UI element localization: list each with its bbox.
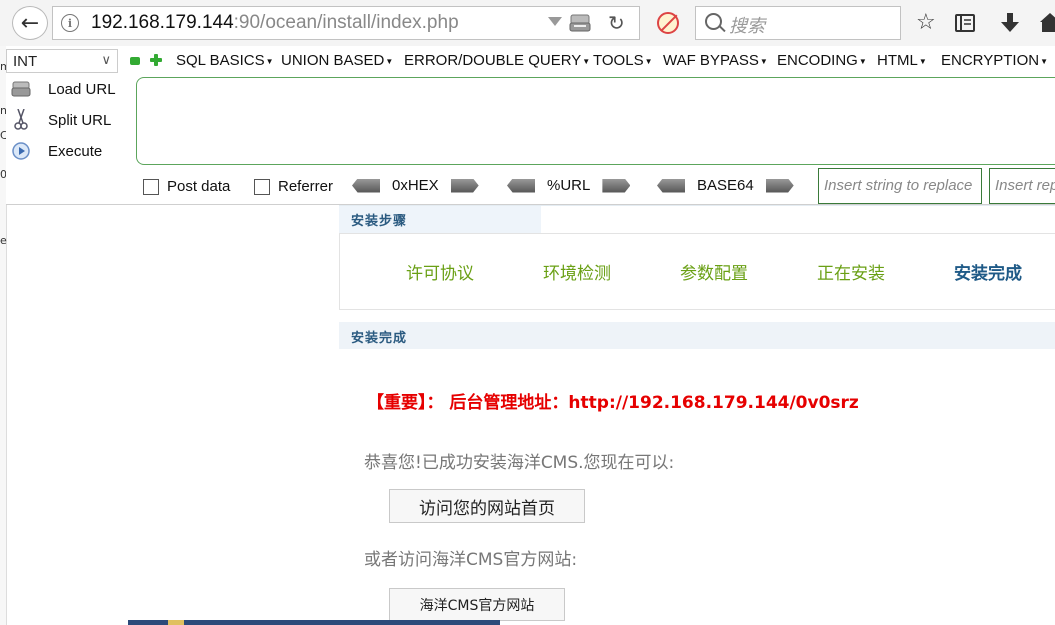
success-message: 恭喜您!已成功安装海洋CMS.您现在可以: xyxy=(364,453,675,473)
hackbar-panel: INT ∨ SQL BASICS▼ UNION BASED▼ ERROR/DOU… xyxy=(6,46,1055,205)
decode-arrow-icon[interactable] xyxy=(352,178,380,193)
post-data-checkbox[interactable]: Post data xyxy=(143,178,230,195)
menu-encryption[interactable]: ENCRYPTION▼ xyxy=(941,52,1048,69)
search-input[interactable]: 搜索 xyxy=(695,6,901,40)
insert-replacing-string-input[interactable]: Insert replacing string xyxy=(989,168,1055,204)
url-text[interactable]: 192.168.179.144:90/ocean/install/index.p… xyxy=(91,12,459,34)
menu-label: ERROR/DOUBLE QUERY xyxy=(404,52,582,69)
steps-header: 安装步骤 xyxy=(339,205,1055,234)
play-icon xyxy=(10,141,32,161)
menu-label: SQL BASICS xyxy=(176,52,265,69)
menu-label: ENCODING xyxy=(777,52,858,69)
step-complete: 安装完成 xyxy=(954,264,1022,284)
step-env-check: 环境检测 xyxy=(543,264,611,284)
referrer-label: Referrer xyxy=(278,178,334,195)
visit-official-site-button[interactable]: 海洋CMS官方网站 xyxy=(389,588,565,621)
reload-icon[interactable]: ↻ xyxy=(608,11,625,35)
menu-encoding[interactable]: ENCODING▼ xyxy=(777,52,867,69)
menu-label: TOOLS xyxy=(593,52,644,69)
step-config: 参数配置 xyxy=(680,264,748,284)
split-url-label: Split URL xyxy=(48,111,112,129)
decrease-icon[interactable] xyxy=(130,57,140,65)
decode-arrow-icon[interactable] xyxy=(657,178,685,193)
url-enc-label: %URL xyxy=(547,177,591,194)
complete-title: 安装完成 xyxy=(351,331,408,346)
url-path: :90/ocean/install/index.php xyxy=(233,12,459,33)
steps-title: 安装步骤 xyxy=(351,214,408,229)
search-icon xyxy=(705,13,722,30)
noscript-icon[interactable] xyxy=(657,12,679,34)
back-arrow-icon: ← xyxy=(20,10,40,36)
info-icon[interactable]: i xyxy=(61,14,79,32)
menu-label: WAF BYPASS xyxy=(663,52,759,69)
menu-label: ENCRYPTION xyxy=(941,52,1040,69)
visit-homepage-button[interactable]: 访问您的网站首页 xyxy=(389,489,585,523)
search-placeholder: 搜索 xyxy=(729,16,765,37)
url-host: 192.168.179.144 xyxy=(91,12,234,33)
complete-header: 安装完成 xyxy=(339,322,1055,349)
download-icon[interactable] xyxy=(1001,13,1019,33)
type-select-value: INT xyxy=(13,53,38,70)
bookmark-star-icon[interactable]: ☆ xyxy=(916,10,936,35)
caret-down-icon: ▼ xyxy=(858,57,867,66)
checkbox-box[interactable] xyxy=(143,178,159,195)
menu-waf-bypass[interactable]: WAF BYPASS▼ xyxy=(663,52,768,69)
load-url-label: Load URL xyxy=(48,80,116,98)
step-installing: 正在安装 xyxy=(817,264,885,284)
menu-label: UNION BASED xyxy=(281,52,385,69)
back-button[interactable]: ← xyxy=(12,6,48,40)
install-steps: 许可协议 环境检测 参数配置 正在安装 安装完成 xyxy=(339,233,1055,310)
history-dropdown-icon[interactable] xyxy=(548,17,562,26)
step-license: 许可协议 xyxy=(406,264,474,284)
encode-arrow-icon[interactable] xyxy=(602,178,631,193)
menu-sql-basics[interactable]: SQL BASICS▼ xyxy=(176,52,274,69)
caret-down-icon: ▼ xyxy=(385,57,394,66)
admin-url-notice: 【重要】： 后台管理地址：http://192.168.179.144/0v0s… xyxy=(367,393,859,413)
load-url-icon xyxy=(10,79,32,99)
post-data-label: Post data xyxy=(167,178,231,195)
browser-toolbar: ← i 192.168.179.144:90/ocean/install/ind… xyxy=(0,0,1055,47)
execute-button[interactable]: Execute xyxy=(10,141,102,161)
reading-list-icon[interactable] xyxy=(955,14,975,32)
insert-string-to-replace-input[interactable]: Insert string to replace xyxy=(818,168,982,204)
caret-down-icon: ▼ xyxy=(265,57,274,66)
caret-down-icon: ▼ xyxy=(918,57,927,66)
edge-glyph: e xyxy=(0,234,7,247)
type-select[interactable]: INT ∨ xyxy=(6,49,118,73)
base64-label: BASE64 xyxy=(697,177,754,194)
menu-error-double-query[interactable]: ERROR/DOUBLE QUERY▼ xyxy=(404,52,590,69)
taskbar-thumbnail xyxy=(168,620,184,625)
hex-label: 0xHEX xyxy=(392,177,439,194)
url-textarea[interactable] xyxy=(136,77,1055,165)
menu-html[interactable]: HTML▼ xyxy=(877,52,927,69)
hackbar-page-icon[interactable] xyxy=(569,13,591,33)
execute-label: Execute xyxy=(48,142,103,160)
load-url-button[interactable]: Load URL xyxy=(10,79,116,99)
checkbox-box[interactable] xyxy=(254,178,270,195)
scissors-icon xyxy=(10,109,32,130)
caret-down-icon: ▼ xyxy=(1040,57,1048,66)
official-site-prompt: 或者访问海洋CMS官方网站: xyxy=(364,550,578,570)
caret-down-icon: ▼ xyxy=(644,57,653,66)
split-url-button[interactable]: Split URL xyxy=(10,109,112,130)
base64-encoder[interactable]: BASE64 xyxy=(657,177,794,194)
menu-union-based[interactable]: UNION BASED▼ xyxy=(281,52,393,69)
referrer-checkbox[interactable]: Referrer xyxy=(254,178,333,195)
hex-encoder[interactable]: 0xHEX xyxy=(352,177,479,194)
increase-icon[interactable] xyxy=(150,54,162,66)
chevron-down-icon: ∨ xyxy=(101,52,111,67)
menu-tools[interactable]: TOOLS▼ xyxy=(593,52,653,69)
menu-label: HTML xyxy=(877,52,918,69)
encode-arrow-icon[interactable] xyxy=(765,178,794,193)
encode-arrow-icon[interactable] xyxy=(450,178,479,193)
url-encoder[interactable]: %URL xyxy=(507,177,631,194)
caret-down-icon: ▼ xyxy=(582,57,591,66)
decode-arrow-icon[interactable] xyxy=(507,178,535,193)
address-bar[interactable]: i 192.168.179.144:90/ocean/install/index… xyxy=(52,6,640,40)
taskbar-strip xyxy=(128,620,500,625)
home-icon[interactable] xyxy=(1040,12,1055,34)
caret-down-icon: ▼ xyxy=(759,57,768,66)
